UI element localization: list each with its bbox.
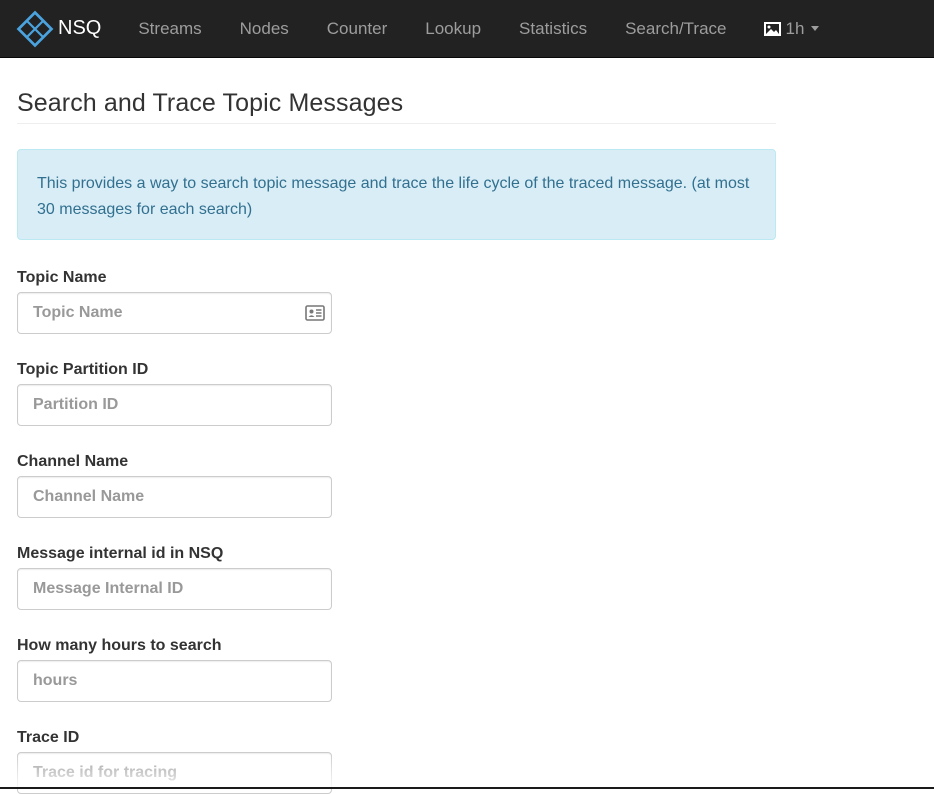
nav-streams[interactable]: Streams (119, 0, 220, 58)
topic-name-wrap (17, 292, 332, 334)
message-id-label: Message internal id in NSQ (17, 545, 224, 562)
page-title: Search and Trace Topic Messages (17, 89, 776, 124)
partition-id-label: Topic Partition ID (17, 361, 149, 378)
topic-name-group: Topic Name (17, 269, 776, 334)
message-id-input[interactable] (17, 568, 332, 610)
brand-name: NSQ (58, 17, 102, 39)
trace-id-group: Trace ID (17, 729, 776, 794)
nsq-logo-icon (16, 10, 54, 47)
caret-down-icon (811, 26, 820, 31)
partition-id-input[interactable] (17, 384, 332, 426)
topic-name-input[interactable] (17, 292, 332, 334)
hours-input[interactable] (17, 660, 332, 702)
nav-counter[interactable]: Counter (308, 0, 406, 58)
brand-link[interactable]: NSQ (16, 0, 101, 58)
main-content: Search and Trace Topic Messages This pro… (17, 58, 776, 794)
message-id-group: Message internal id in NSQ (17, 545, 776, 610)
nav-search-trace[interactable]: Search/Trace (606, 0, 745, 58)
nav-nodes[interactable]: Nodes (221, 0, 308, 58)
timeframe-dropdown[interactable]: 1h (746, 0, 834, 58)
top-navbar: NSQ Streams Nodes Counter Lookup Statist… (0, 0, 934, 58)
channel-name-label: Channel Name (17, 453, 129, 470)
nav-lookup[interactable]: Lookup (406, 0, 500, 58)
channel-name-input[interactable] (17, 476, 332, 518)
partition-id-group: Topic Partition ID (17, 361, 776, 426)
contact-card-icon[interactable] (305, 305, 325, 321)
channel-name-group: Channel Name (17, 453, 776, 518)
picture-icon (763, 21, 781, 36)
nav-statistics[interactable]: Statistics (500, 0, 606, 58)
info-alert: This provides a way to search topic mess… (17, 149, 776, 240)
timeframe-label: 1h (785, 18, 805, 38)
trace-id-label: Trace ID (17, 729, 80, 746)
topic-name-label: Topic Name (17, 269, 107, 286)
hours-group: How many hours to search (17, 637, 776, 702)
hours-label: How many hours to search (17, 637, 222, 654)
